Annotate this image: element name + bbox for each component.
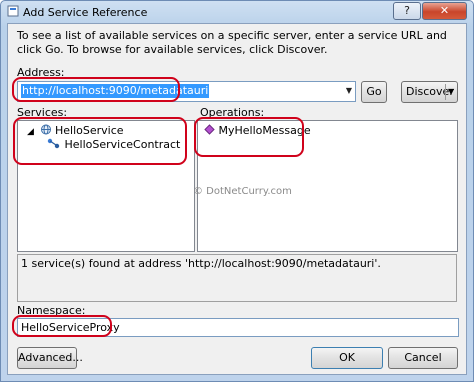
split-divider xyxy=(445,84,446,100)
namespace-label: Namespace: xyxy=(17,304,86,317)
services-tree[interactable]: ◢ HelloService HelloServiceContract xyxy=(17,120,195,252)
operation-icon xyxy=(204,124,215,135)
operations-label: Operations: xyxy=(200,106,265,119)
status-text: 1 service(s) found at address 'http://lo… xyxy=(21,257,381,270)
dropdown-arrow-icon[interactable]: ▼ xyxy=(346,86,352,95)
address-label: Address: xyxy=(17,66,65,79)
address-combobox[interactable]: http://localhost:9090/metadatauri ▼ xyxy=(17,81,356,102)
service-icon xyxy=(40,124,51,135)
tree-item-helloservice[interactable]: ◢ HelloService xyxy=(27,124,124,139)
window-icon xyxy=(7,5,19,17)
dialog-body: To see a list of available services on a… xyxy=(7,23,467,375)
services-label: Services: xyxy=(17,106,68,119)
namespace-input[interactable]: HelloServiceProxy xyxy=(17,318,459,337)
discover-label: Discover xyxy=(406,85,454,98)
address-value[interactable]: http://localhost:9090/metadatauri xyxy=(21,84,210,98)
discover-dropdown-icon[interactable]: ▼ xyxy=(448,82,454,101)
ok-button[interactable]: OK xyxy=(311,347,383,369)
window-title: Add Service Reference xyxy=(23,6,148,19)
status-box: 1 service(s) found at address 'http://lo… xyxy=(17,254,457,302)
help-button[interactable]: ? xyxy=(393,2,421,20)
tree-item-label: HelloServiceContract xyxy=(64,138,181,151)
collapse-icon[interactable]: ◢ xyxy=(27,126,36,139)
tree-item-helloservicecontract[interactable]: HelloServiceContract xyxy=(47,138,180,151)
instructions-text: To see a list of available services on a… xyxy=(17,29,447,56)
close-button[interactable]: ✕ xyxy=(422,2,467,20)
list-item-myhellomessage[interactable]: MyHelloMessage xyxy=(204,124,311,137)
advanced-button[interactable]: Advanced... xyxy=(17,347,83,369)
operation-label: MyHelloMessage xyxy=(218,124,311,137)
contract-icon xyxy=(47,138,60,149)
title-bar[interactable]: Add Service Reference ? ✕ xyxy=(1,1,473,23)
go-button[interactable]: Go xyxy=(361,81,387,103)
tree-item-label: HelloService xyxy=(55,124,124,137)
watermark: © DotNetCurry.com xyxy=(193,186,292,197)
namespace-value[interactable]: HelloServiceProxy xyxy=(21,321,120,334)
add-service-reference-dialog: Add Service Reference ? ✕ To see a list … xyxy=(0,0,474,382)
cancel-button[interactable]: Cancel xyxy=(388,347,458,369)
discover-button[interactable]: Discover ▼ xyxy=(401,81,458,103)
